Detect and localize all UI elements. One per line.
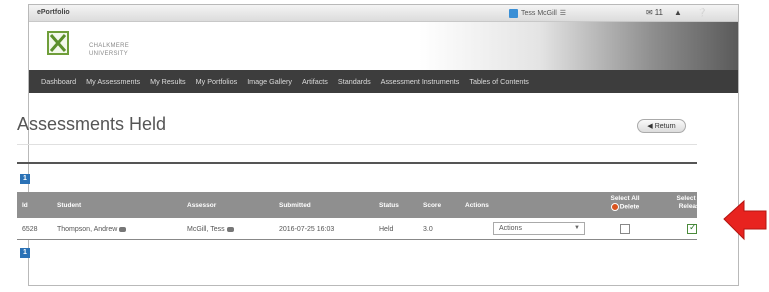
university-name: CHALKMERE UNIVERSITY (89, 43, 130, 57)
pagination-page-1-bottom[interactable]: 1 (20, 248, 30, 258)
header-banner: CHALKMERE UNIVERSITY (29, 22, 738, 70)
nav-item-my-assessments[interactable]: My Assessments (86, 77, 140, 86)
nav-item-tables-of-contents[interactable]: Tables of Contents (469, 77, 529, 86)
actions-select[interactable]: Actions ▼ (493, 222, 585, 235)
col-score[interactable]: Score (423, 202, 441, 209)
select-all-delete[interactable]: Select All Delete (599, 195, 651, 212)
table-header: Id Student Assessor Submitted Status Sco… (17, 192, 706, 218)
arrow-left-icon: ◀ (647, 123, 653, 130)
nav-item-my-results[interactable]: My Results (150, 77, 186, 86)
nav-item-assessment-instruments[interactable]: Assessment Instruments (381, 77, 460, 86)
cell-id: 6528 (22, 226, 38, 233)
top-bar: ePortfolio Tess McGill ☰ ✉ 11 ▲ ❔ (29, 5, 738, 22)
nav-item-image-gallery[interactable]: Image Gallery (247, 77, 292, 86)
app-window: ePortfolio Tess McGill ☰ ✉ 11 ▲ ❔ CHALKM… (28, 4, 739, 286)
page-title: Assessments Held (17, 114, 167, 134)
nav-item-dashboard[interactable]: Dashboard (41, 77, 76, 86)
delete-icon (610, 203, 619, 211)
pagination-page-1-top[interactable]: 1 (20, 174, 30, 184)
cell-score: 3.0 (423, 226, 433, 233)
col-status[interactable]: Status (379, 202, 399, 209)
mail-icon: ✉ (646, 8, 653, 17)
table-row: 6528 Thompson, Andrew McGill, Tess 2016-… (17, 218, 697, 240)
chevron-down-icon: ▼ (574, 225, 580, 231)
logo-icon (49, 34, 67, 52)
cell-assessor: McGill, Tess (187, 226, 234, 233)
cell-student: Thompson, Andrew (57, 226, 127, 233)
user-menu[interactable]: Tess McGill ☰ (507, 8, 568, 18)
release-checkbox[interactable] (687, 222, 697, 234)
user-name: Tess McGill (521, 9, 557, 17)
col-assessor[interactable]: Assessor (187, 202, 216, 209)
nav-item-my-portfolios[interactable]: My Portfolios (196, 77, 238, 86)
col-submitted[interactable]: Submitted (279, 202, 311, 209)
user-icon (509, 8, 518, 18)
mail-button[interactable]: ✉ 11 (646, 8, 663, 18)
divider (17, 162, 697, 164)
divider (17, 144, 697, 145)
return-button[interactable]: ◀ Return (637, 119, 686, 133)
cell-submitted: 2016-07-25 16:03 (279, 226, 335, 233)
notifications-button[interactable]: ▲ (674, 8, 682, 18)
mail-count: 11 (654, 8, 664, 17)
help-button[interactable]: ❔ (697, 8, 707, 18)
delete-checkbox[interactable] (620, 224, 630, 234)
main-nav: Dashboard My Assessments My Results My P… (29, 70, 738, 93)
col-id[interactable]: Id (22, 202, 28, 209)
bell-icon: ▲ (674, 8, 682, 17)
annotation-arrow-icon (723, 199, 767, 241)
nav-item-artifacts[interactable]: Artifacts (302, 77, 328, 86)
message-icon[interactable] (119, 226, 127, 232)
select-all-release[interactable]: Select All Release (665, 195, 717, 211)
university-logo[interactable] (47, 31, 69, 55)
app-brand: ePortfolio (37, 9, 70, 16)
col-student[interactable]: Student (57, 202, 81, 209)
col-actions: Actions (465, 202, 489, 209)
help-icon: ❔ (697, 8, 707, 17)
chevron-down-icon: ☰ (559, 10, 567, 17)
cell-status: Held (379, 226, 394, 233)
nav-item-standards[interactable]: Standards (338, 77, 371, 86)
message-icon[interactable] (226, 226, 234, 232)
